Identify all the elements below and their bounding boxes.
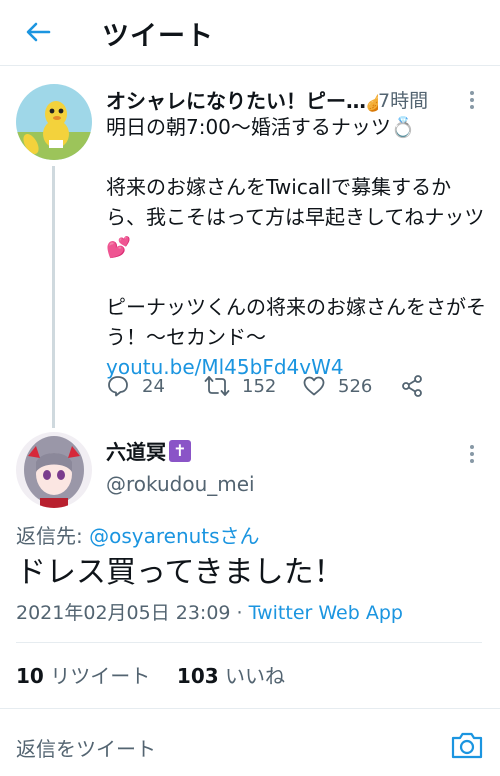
retweet-count: 152 — [242, 375, 277, 397]
display-name-text: 六道冥 — [106, 440, 166, 464]
more-vertical-icon — [470, 445, 474, 463]
heart-icon — [303, 376, 325, 396]
more-options-button[interactable] — [464, 442, 480, 466]
peanut-avatar-image — [16, 84, 92, 160]
reply-action[interactable]: 24 — [106, 370, 165, 402]
display-name[interactable]: オシャレになりたい！ピー…🥜 — [106, 85, 378, 114]
divider — [16, 642, 482, 643]
reply-input[interactable]: 返信をツイート — [16, 733, 156, 762]
thread-line — [52, 166, 55, 428]
reply-to-label: 返信先: — [16, 524, 90, 548]
like-total: 103 — [176, 664, 219, 688]
reply-to-line: 返信先: @osyarenutsさん — [16, 520, 260, 549]
camera-button[interactable] — [450, 729, 484, 761]
like-label: いいね — [225, 664, 286, 688]
tweet-text-line-1: 明日の朝7:00〜婚活するナッツ💍 — [106, 115, 416, 139]
back-button[interactable] — [20, 16, 56, 48]
retweet-total: 10 — [16, 664, 44, 688]
meta-separator: · — [230, 602, 249, 624]
reply-icon — [108, 376, 128, 397]
avatar[interactable] — [16, 84, 92, 160]
cross-emoji-icon: ✝ — [169, 439, 191, 462]
tweet-stats: 10 リツイート 103 いいね — [16, 660, 285, 689]
tweet-meta: 2021年02月05日 23:09 · Twitter Web App — [16, 598, 403, 625]
back-arrow-icon — [26, 22, 51, 42]
retweet-label: リツイート — [50, 664, 151, 688]
tweet-text-line-3: ピーナッツくんの将来のお嫁さんをさがそう！〜セカンド〜 — [106, 295, 486, 349]
like-action[interactable]: 526 — [302, 370, 372, 402]
tweet-body: 明日の朝7:00〜婚活するナッツ💍 将来のお嫁さんをTwicallで募集するから… — [106, 112, 486, 382]
likes-stat[interactable]: 103 いいね — [177, 664, 285, 688]
retweets-stat[interactable]: 10 リツイート — [16, 664, 150, 688]
tweet-time[interactable]: 7時間 — [378, 86, 428, 113]
avatar[interactable] — [16, 432, 92, 508]
tweet-header: オシャレになりたい！ピー…🥜 7時間 — [106, 84, 456, 114]
tweet-actions: 24 152 526 — [106, 370, 436, 402]
reply-bar: 返信をツイート — [0, 708, 500, 776]
page-title: ツイート — [102, 21, 214, 52]
tweet-text: ドレス買ってきました！ — [16, 555, 344, 590]
reply-to-handle[interactable]: @osyarenutsさん — [89, 524, 259, 548]
retweet-icon — [204, 376, 230, 396]
tweet-text-line-2: 将来のお嫁さんをTwicallで募集するから、我こそはって方は早起きしてねナッツ… — [106, 175, 485, 259]
reply-count: 24 — [142, 375, 165, 397]
tweet-source[interactable]: Twitter Web App — [249, 602, 403, 624]
anime-girl-avatar-image — [16, 432, 92, 508]
like-count: 526 — [338, 375, 373, 397]
display-name[interactable]: 六道冥 ✝ — [106, 436, 191, 465]
user-handle[interactable]: @rokudou_mei — [106, 472, 255, 496]
share-icon — [402, 375, 422, 397]
camera-icon — [451, 732, 483, 759]
top-bar: ツイート — [0, 0, 500, 66]
more-options-button[interactable] — [464, 88, 480, 112]
tweet-date[interactable]: 2021年02月05日 23:09 — [16, 602, 231, 624]
share-action[interactable] — [400, 370, 436, 402]
retweet-action[interactable]: 152 — [204, 370, 276, 402]
more-vertical-icon — [470, 91, 474, 109]
